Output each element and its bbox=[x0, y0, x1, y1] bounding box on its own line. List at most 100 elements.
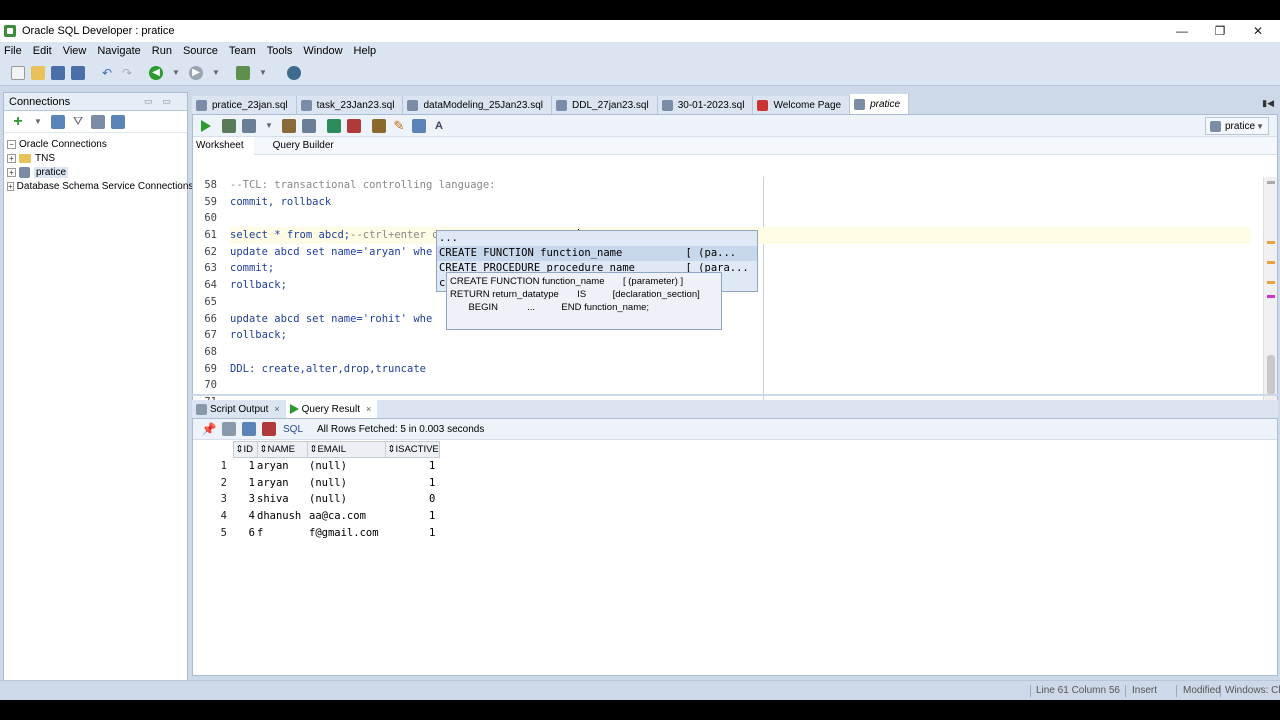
editor-vertical-scrollbar[interactable] bbox=[1263, 177, 1277, 411]
tab-pratice-23jan[interactable]: pratice_23jan.sql bbox=[192, 96, 297, 114]
save-all-icon[interactable] bbox=[71, 65, 85, 80]
menu-file[interactable]: File bbox=[4, 45, 22, 57]
tree-item-tns[interactable]: + TNS bbox=[4, 151, 187, 165]
find-db-object-icon[interactable] bbox=[287, 65, 301, 80]
cell-isactive[interactable]: 1 bbox=[385, 524, 439, 541]
menu-tools[interactable]: Tools bbox=[267, 45, 293, 57]
menu-edit[interactable]: Edit bbox=[33, 45, 52, 57]
sql-tuning-icon[interactable] bbox=[302, 118, 316, 133]
filter-icon[interactable]: ⛛ bbox=[71, 114, 85, 129]
tab-datamodeling-25jan23[interactable]: dataModeling_25Jan23.sql bbox=[403, 96, 552, 114]
tree-item-pratice[interactable]: + pratice bbox=[4, 165, 187, 179]
sql-worksheet-icon[interactable] bbox=[236, 65, 250, 80]
editor-results-splitter[interactable] bbox=[192, 394, 1278, 396]
menu-run[interactable]: Run bbox=[152, 45, 172, 57]
tree-expand-icon[interactable]: + bbox=[7, 153, 16, 163]
close-icon[interactable]: × bbox=[366, 404, 371, 414]
cell-isactive[interactable]: 1 bbox=[385, 508, 439, 525]
cell-email[interactable]: (null) bbox=[307, 474, 385, 491]
worksheet-dropdown-icon[interactable]: ▼ bbox=[256, 66, 270, 80]
table-row[interactable]: 3 3 shiva (null) 0 bbox=[193, 491, 439, 508]
cell-isactive[interactable]: 1 bbox=[385, 474, 439, 491]
cell-id[interactable]: 3 bbox=[233, 491, 257, 508]
sql-history-icon[interactable] bbox=[412, 118, 426, 133]
run-script-icon[interactable] bbox=[222, 118, 236, 133]
cell-email[interactable]: aa@ca.com bbox=[307, 508, 385, 525]
cell-name[interactable]: shiva bbox=[257, 491, 307, 508]
print-icon[interactable] bbox=[222, 422, 236, 436]
schema-browser-icon[interactable] bbox=[91, 114, 105, 129]
cell-id[interactable]: 4 bbox=[233, 508, 257, 525]
refresh-icon[interactable] bbox=[242, 422, 256, 436]
add-connection-dropdown-icon[interactable]: ▼ bbox=[31, 115, 45, 129]
close-icon[interactable]: × bbox=[274, 404, 279, 414]
add-connection-icon[interactable]: + bbox=[11, 113, 25, 130]
sql-link[interactable]: SQL bbox=[283, 424, 303, 435]
rollback-icon[interactable] bbox=[347, 118, 361, 133]
column-header-id[interactable]: ⇕ID bbox=[232, 441, 258, 458]
run-statement-icon[interactable] bbox=[201, 119, 211, 132]
menu-view[interactable]: View bbox=[63, 45, 87, 57]
tab-task-23jan23[interactable]: task_23Jan23.sql bbox=[296, 96, 404, 114]
table-row[interactable]: 2 1 aryan (null) 1 bbox=[193, 474, 439, 491]
minimize-button[interactable]: — bbox=[1162, 20, 1202, 42]
tab-query-result[interactable]: Query Result × bbox=[285, 400, 378, 418]
cell-name[interactable]: aryan bbox=[257, 474, 307, 491]
cell-id[interactable]: 1 bbox=[233, 474, 257, 491]
tree-expand-icon[interactable]: + bbox=[7, 181, 14, 191]
cell-id[interactable]: 6 bbox=[233, 524, 257, 541]
cell-email[interactable]: f@gmail.com bbox=[307, 524, 385, 541]
tree-item-oracle-connections[interactable]: − Oracle Connections bbox=[4, 137, 187, 151]
connection-properties-icon[interactable] bbox=[111, 114, 125, 129]
tab-30-01-2023[interactable]: 30-01-2023.sql bbox=[657, 96, 754, 114]
scrollbar-thumb[interactable] bbox=[1267, 355, 1275, 395]
back-dropdown-icon[interactable]: ▼ bbox=[169, 66, 183, 80]
cancel-fetch-icon[interactable] bbox=[262, 422, 276, 436]
column-header-isactive[interactable]: ⇕ISACTIVE bbox=[384, 441, 440, 458]
format-icon[interactable]: A bbox=[432, 119, 446, 133]
tree-collapse-icon[interactable]: − bbox=[7, 139, 16, 149]
commit-icon[interactable] bbox=[327, 118, 341, 133]
table-row[interactable]: 1 1 aryan (null) 1 bbox=[193, 458, 439, 475]
tree-item-schema-service[interactable]: + Database Schema Service Connections bbox=[4, 179, 193, 193]
back-icon[interactable]: ◀ bbox=[149, 65, 163, 80]
menu-source[interactable]: Source bbox=[183, 45, 218, 57]
tab-script-output[interactable]: Script Output × bbox=[192, 400, 286, 418]
code-editor[interactable]: 58 59 60 61 62 63 64 65 66 67 68 69 70 7… bbox=[193, 177, 1277, 411]
cell-name[interactable]: dhanush bbox=[257, 508, 307, 525]
tab-worksheet[interactable]: Worksheet bbox=[193, 136, 254, 155]
tab-ddl-27jan23[interactable]: DDL_27jan23.sql bbox=[552, 96, 658, 114]
tab-scroll-icon[interactable]: ▮◀ bbox=[1262, 98, 1274, 109]
cell-email[interactable]: (null) bbox=[307, 458, 385, 475]
completion-item-selected[interactable]: CREATE FUNCTION function_name [ (pa... bbox=[437, 246, 757, 261]
undo-icon[interactable]: ↶ bbox=[100, 66, 114, 80]
column-header-email[interactable]: ⇕EMAIL bbox=[306, 441, 386, 458]
table-row[interactable]: 4 4 dhanush aa@ca.com 1 bbox=[193, 508, 439, 525]
cell-isactive[interactable]: 1 bbox=[385, 458, 439, 475]
cell-isactive[interactable]: 0 bbox=[385, 491, 439, 508]
tab-pratice-worksheet[interactable]: pratice bbox=[850, 94, 910, 114]
pin-icon[interactable]: 📌 bbox=[202, 422, 217, 436]
forward-dropdown-icon[interactable]: ▼ bbox=[209, 66, 223, 80]
column-header-name[interactable]: ⇕NAME bbox=[256, 441, 308, 458]
tree-expand-icon[interactable]: + bbox=[7, 167, 16, 177]
open-folder-icon[interactable] bbox=[31, 65, 45, 80]
menu-help[interactable]: Help bbox=[354, 45, 377, 57]
autotrace-icon[interactable] bbox=[242, 118, 256, 133]
tab-query-builder[interactable]: Query Builder bbox=[270, 140, 344, 151]
table-row[interactable]: 5 6 f f@gmail.com 1 bbox=[193, 524, 439, 541]
refresh-icon[interactable] bbox=[51, 114, 65, 129]
autotrace-dropdown-icon[interactable]: ▼ bbox=[262, 119, 276, 133]
clear-icon[interactable]: ✎ bbox=[392, 118, 406, 133]
forward-icon[interactable]: ▶ bbox=[189, 65, 203, 80]
redo-icon[interactable]: ↷ bbox=[120, 66, 134, 80]
unshared-sql-icon[interactable] bbox=[372, 118, 386, 133]
panel-minimize-icon[interactable]: ▭▭ bbox=[144, 96, 181, 107]
tab-welcome-page[interactable]: Welcome Page bbox=[753, 96, 851, 114]
new-file-icon[interactable] bbox=[11, 65, 25, 80]
menu-team[interactable]: Team bbox=[229, 45, 256, 57]
connection-selector[interactable]: pratice ▼ bbox=[1205, 117, 1269, 135]
save-icon[interactable] bbox=[51, 65, 65, 80]
cell-id[interactable]: 1 bbox=[233, 458, 257, 475]
menu-window[interactable]: Window bbox=[303, 45, 342, 57]
